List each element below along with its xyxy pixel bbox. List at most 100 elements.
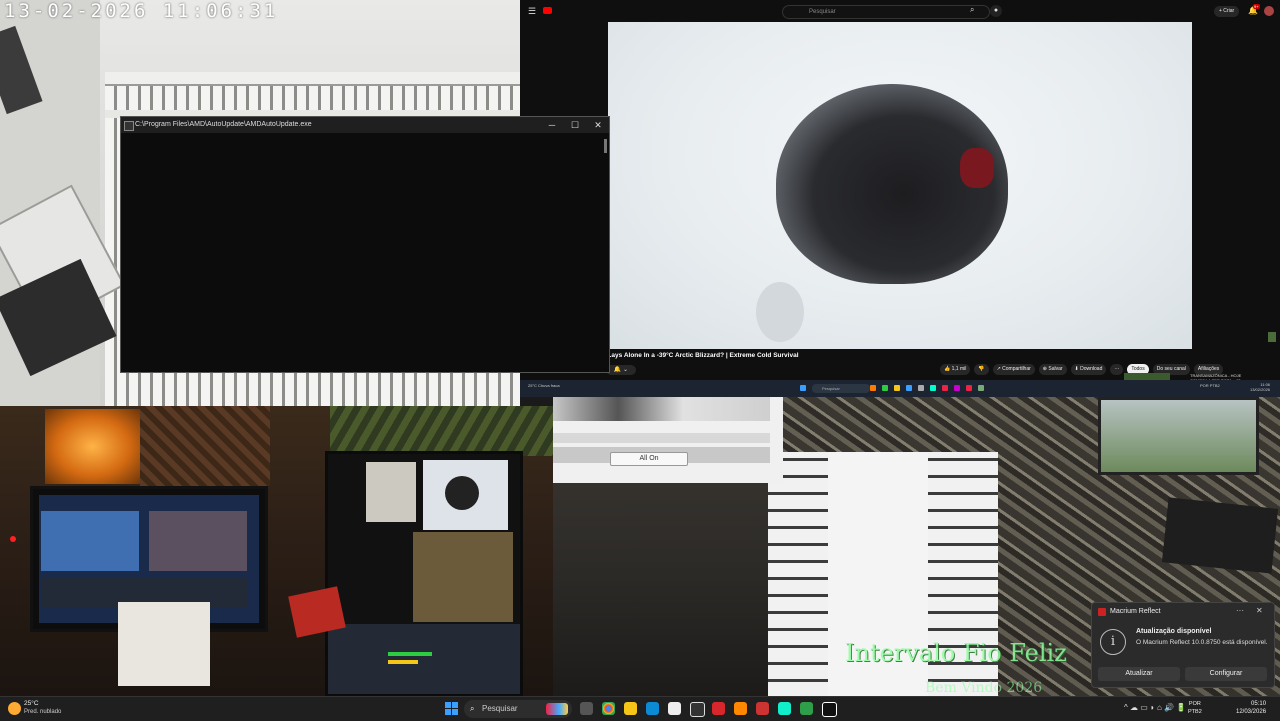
console-titlebar[interactable]: C:\Program Files\AMD\AutoUpdate\AMDAutoU… [121,117,609,133]
like-button[interactable]: 👍 1,1 mil [940,364,971,375]
app-icon-dark[interactable] [822,702,837,717]
wall-art [330,406,553,456]
youtube-logo[interactable] [543,7,552,14]
update-button[interactable]: Atualizar [1098,667,1180,681]
app-icon-red[interactable] [712,702,725,715]
task-view-icon[interactable] [580,702,593,715]
vlc-icon[interactable] [734,702,747,715]
side-video-thumbnail[interactable] [1124,373,1170,380]
file-explorer-icon[interactable] [624,702,637,715]
save-button[interactable]: ⊕ Salvar [1038,364,1067,375]
weather-description[interactable]: Pred. nublado [24,709,61,715]
wall-art [140,406,270,486]
maximize-button[interactable]: ☐ [564,117,586,133]
console-window[interactable]: C:\Program Files\AMD\AutoUpdate\AMDAutoU… [120,116,610,373]
more-actions-button[interactable]: ··· [1110,364,1124,375]
dislike-button[interactable]: 👎 [974,364,989,375]
taskbar-clock[interactable]: 05:10 12/03/2026 [1236,700,1266,716]
snow-cave-thumb [445,476,479,510]
search-input[interactable]: Pesquisar [782,5,990,19]
camera-timestamp: 13-02-2026 11:06:31 [4,0,279,22]
share-button[interactable]: ↗ Compartilhar [992,364,1035,375]
panel-image [553,397,770,421]
remote-app-icon[interactable] [906,385,912,391]
remote-app-icon[interactable] [954,385,960,391]
side-badge [1268,332,1276,342]
chrome-icon[interactable] [602,702,615,715]
input-language[interactable]: POR PTB2 [1188,700,1202,716]
start-icon-tile [445,702,451,708]
snow-hole [756,282,804,342]
remote-app-icon[interactable] [870,385,876,391]
desk-calendar [118,602,210,686]
youtube-header: ☰ Pesquisar ⌕ ● + Criar 🔔 9+ [520,0,1280,22]
clock-date: 12/03/2026 [1236,709,1267,715]
screen-panel [366,462,416,522]
remote-app-icon[interactable] [918,385,924,391]
download-button[interactable]: ⬇ Download [1070,364,1107,375]
excel-icon[interactable] [800,702,813,715]
search-highlight-icon [546,703,568,715]
weather-icon[interactable] [8,702,21,715]
remote-app-icon[interactable] [894,385,900,391]
remote-app-icon[interactable] [942,385,948,391]
close-button[interactable]: ✕ [587,117,609,133]
level-meter [388,652,432,656]
console-app-icon [124,121,134,131]
remote-lang: POR PTB2 [1200,383,1220,388]
video-title[interactable]: ...ays Alone In a -39°C Arctic Blizzard?… [606,352,799,359]
indicator-light [10,536,16,542]
remote-app-icon[interactable] [966,385,972,391]
remote-taskbar: 25°C Chuva fraca Pesquisar POR PTB2 11:0… [520,380,1280,397]
volume-control[interactable]: 🔔 ⌄ [606,365,636,375]
menu-icon[interactable]: ☰ [528,6,536,17]
overlay-text: Intervalo Fio Feliz [845,639,1067,667]
taskbar-search[interactable]: ⌕ Pesquisar [464,700,572,718]
control-panel: All On [553,397,783,483]
remote-search[interactable]: Pesquisar [812,384,870,393]
system-tray-icons[interactable]: ^ ☁ ▭ ◗ ⌂ 🔊 🔋 [1124,703,1186,712]
console-title: C:\Program Files\AMD\AutoUpdate\AMDAutoU… [135,121,312,128]
app-icon-teal[interactable] [778,702,791,715]
keyboard-layout: PTB2 [1188,709,1202,715]
taskbar-search-label: Pesquisar [482,704,518,713]
remote-app-icon[interactable] [882,385,888,391]
lamp [45,409,140,484]
screen-panel [149,511,247,571]
start-button[interactable] [445,702,458,715]
obs-icon[interactable] [690,702,705,717]
taskbar: 25°C Pred. nublado ⌕ Pesquisar ^ ☁ ▭ ◗ ⌂… [0,696,1280,721]
railing-top [105,72,520,86]
screen-panel [423,460,508,530]
video-player[interactable] [608,22,1192,349]
language-code: POR [1188,701,1201,707]
webcam-feed-desk [0,406,553,696]
store-icon[interactable] [668,702,681,715]
search-icon[interactable]: ⌕ [970,5,982,17]
close-icon[interactable]: ✕ [1256,606,1263,615]
info-icon: i [1100,629,1126,655]
monitor-right [325,451,523,696]
clock-time: 05:10 [1251,701,1267,707]
all-on-button[interactable]: All On [610,452,688,466]
remote-app-icon[interactable] [978,385,984,391]
panel-bar [553,433,770,443]
notification-title: Atualização disponível [1136,628,1212,635]
overlay-subtext: Bem Vindo 2026 [925,680,1043,696]
scrollbar[interactable] [604,139,607,153]
remote-app-icon[interactable] [930,385,936,391]
remote-start-icon[interactable] [800,385,806,391]
screen-panel [328,624,520,694]
minimize-button[interactable]: ─ [541,117,563,133]
configure-button[interactable]: Configurar [1185,667,1267,681]
weather-temperature[interactable]: 25°C [24,700,39,707]
start-icon-tile [445,709,451,715]
update-notification[interactable]: Macrium Reflect ··· ✕ i Atualização disp… [1091,602,1275,688]
more-options-icon[interactable]: ··· [1236,606,1244,615]
app-icon[interactable] [756,702,769,715]
edge-icon[interactable] [646,702,659,715]
avatar[interactable] [1264,6,1274,16]
microphone-icon[interactable]: ● [990,5,1002,17]
create-button[interactable]: + Criar [1214,6,1240,17]
remote-clock: 11:06 13/02/2026 [1250,382,1270,392]
